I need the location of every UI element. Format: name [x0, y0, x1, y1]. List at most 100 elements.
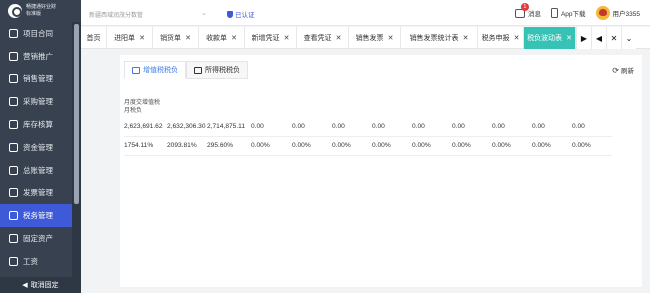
tab-label: 查看凭证 — [303, 35, 332, 42]
tab-label: 销售发票统计表 — [409, 35, 459, 42]
tab[interactable]: 新增凭证 ✕ — [245, 27, 297, 49]
sidebar-item-label: 总账管理 — [23, 165, 53, 175]
messages-label: 消息 — [527, 11, 541, 18]
tab[interactable]: 首页 — [81, 27, 107, 49]
sidebar-item[interactable]: 发票管理 — [0, 182, 72, 205]
close-tab-icon[interactable]: ✕ — [514, 34, 520, 42]
row-header-burden: 月税负 — [124, 108, 143, 114]
table-cell: 0.00 — [251, 117, 292, 137]
sidebar-item-label: 库存核算 — [23, 120, 53, 130]
message-count-badge: 1 — [520, 3, 529, 11]
table-cell: 0.00% — [532, 136, 572, 156]
table-cell: 2,714,875.11 — [207, 117, 251, 137]
invoice-icon — [9, 188, 18, 198]
marketing-icon — [9, 51, 18, 61]
table-cell: 2,632,306.30 — [167, 117, 207, 137]
close-tab-icon[interactable]: ✕ — [284, 34, 290, 42]
table-cell: 0.00% — [452, 136, 492, 156]
refresh-button[interactable]: ⟳ 刷新 — [612, 65, 634, 76]
more-tabs-icon[interactable]: ⌄ — [621, 27, 636, 49]
fixed-assets-icon — [9, 234, 18, 244]
sidebar-item[interactable]: 税务管理 — [0, 204, 72, 228]
purchase-icon — [9, 97, 18, 107]
sidebar-item-label: 项目合同 — [23, 28, 53, 38]
close-all-icon[interactable]: ✕ — [606, 27, 621, 49]
unpin-sidebar-label: 取消固定 — [30, 282, 59, 289]
table-cell: 2093.81% — [167, 136, 207, 156]
subtab-label: 所得税税负 — [205, 67, 240, 74]
tax-type-tabs: 增值税税负 所得税税负 — [124, 61, 248, 79]
close-tab-icon[interactable]: ✕ — [388, 34, 394, 42]
scroll-left-icon[interactable]: ◀ — [591, 27, 606, 49]
user-menu[interactable]: 用户3355 — [595, 6, 640, 20]
tab-label: 销售发票 — [355, 35, 384, 42]
table-cell: 0.00% — [292, 136, 332, 156]
tax-burden-table: 2,623,691.62 2,632,306.30 2,714,875.11 0.00… — [124, 117, 612, 156]
sidebar-item[interactable]: 营销推广 — [0, 45, 72, 68]
tab[interactable]: 销货单 ✕ — [153, 27, 199, 49]
table-cell: 0.00 — [292, 117, 332, 137]
tab[interactable]: 销售发票统计表 ✕ — [401, 27, 478, 49]
verified-label: 已认证 — [235, 12, 255, 19]
sidebar-item[interactable]: 固定资产 — [0, 227, 72, 250]
close-tab-icon[interactable]: ✕ — [185, 34, 191, 42]
logo: 畅捷通好业财 标准版 — [0, 0, 81, 24]
tab-label: 新增凭证 — [251, 35, 280, 42]
sidebar-menu: 项目合同营销推广 销售管理 采购管理库存核算资金管理总账管理发票管理 税务管理 固定资产… — [0, 22, 72, 293]
tax-fluctuation-panel: 增值税税负 所得税税负 ⟳ 刷新 月度交增值税 月税负 2,623,691.62 2… — [120, 55, 642, 287]
table-cell: 0.00 — [572, 117, 612, 137]
close-tab-icon[interactable]: ✕ — [566, 34, 572, 42]
tab[interactable]: 销售发票 ✕ — [349, 27, 401, 49]
chevron-down-icon[interactable]: ⌄ — [201, 9, 207, 17]
logo-icon — [8, 4, 22, 18]
sidebar-item[interactable]: 项目合同 — [0, 22, 72, 45]
company-selector[interactable]: 新疆西域润茂分数管 — [89, 10, 143, 19]
scroll-right-icon[interactable]: ▶ — [576, 27, 591, 49]
close-tab-icon[interactable]: ✕ — [139, 34, 145, 42]
tab[interactable]: 收款单 ✕ — [199, 27, 245, 49]
tab[interactable]: 税务申报 ✕ — [478, 27, 524, 49]
table-cell: 1754.11% — [124, 136, 167, 156]
sidebar-item[interactable]: 资金管理 — [0, 136, 72, 159]
sales-icon — [9, 74, 18, 84]
sidebar-item[interactable]: 销售管理 — [0, 68, 72, 91]
tab[interactable]: 税负波动表 ✕ — [524, 27, 576, 49]
user-name: 用户3355 — [612, 11, 640, 18]
subtab-label: 增值税税负 — [143, 67, 178, 74]
table-cell: 0.00% — [372, 136, 412, 156]
app-download-label: App下载 — [560, 11, 586, 18]
app-download-button[interactable]: App下载 — [550, 8, 586, 18]
sidebar: 畅捷通好业财 标准版 项目合同营销推广 销售管理 采购管理库存核算资金管理总账管理发… — [0, 0, 81, 293]
tax-icon — [9, 211, 18, 221]
table-cell: 0.00 — [452, 117, 492, 137]
sidebar-item[interactable]: 总账管理 — [0, 159, 72, 182]
sidebar-item[interactable]: 采购管理 — [0, 90, 72, 113]
messages-button[interactable]: 1 消息 — [514, 3, 541, 18]
table-cell: 0.00 — [412, 117, 452, 137]
subtab[interactable]: 所得税税负 — [186, 61, 248, 79]
table-cell: 2,623,691.62 — [124, 117, 167, 137]
sidebar-item-label: 工资 — [23, 256, 38, 266]
tab[interactable]: 查看凭证 ✕ — [297, 27, 349, 49]
table-row: 2,623,691.62 2,632,306.30 2,714,875.11 0.00… — [124, 117, 612, 137]
tab-label: 税负波动表 — [527, 35, 563, 42]
table-icon — [132, 66, 140, 74]
tab-label: 税务申报 — [481, 35, 510, 42]
row-header: 月度交增值税 月税负 — [124, 99, 160, 115]
close-tab-icon[interactable]: ✕ — [463, 34, 469, 42]
table-cell: 0.00% — [251, 136, 292, 156]
sidebar-item[interactable]: 库存核算 — [0, 113, 72, 136]
table-row: 1754.11% 2093.81% 295.60% 0.00% 0.00% 0.00% 0.… — [124, 136, 612, 156]
tab[interactable]: 进阳单 ✕ — [107, 27, 153, 49]
top-header: 新疆西域润茂分数管 ⌄ 已认证 1 消息 App下载 用户3355 — [81, 0, 650, 26]
sidebar-item[interactable]: 工资 — [0, 250, 72, 273]
table-cell: 295.60% — [207, 136, 251, 156]
close-tab-icon[interactable]: ✕ — [231, 34, 237, 42]
unpin-sidebar-button[interactable]: ◀ 取消固定 — [0, 277, 81, 293]
table-cell: 0.00 — [492, 117, 532, 137]
table-cell: 0.00 — [332, 117, 372, 137]
sidebar-scrollbar-thumb[interactable] — [74, 24, 79, 204]
verified-badge[interactable]: 已认证 — [227, 9, 255, 19]
close-tab-icon[interactable]: ✕ — [336, 34, 342, 42]
subtab[interactable]: 增值税税负 — [124, 61, 186, 79]
